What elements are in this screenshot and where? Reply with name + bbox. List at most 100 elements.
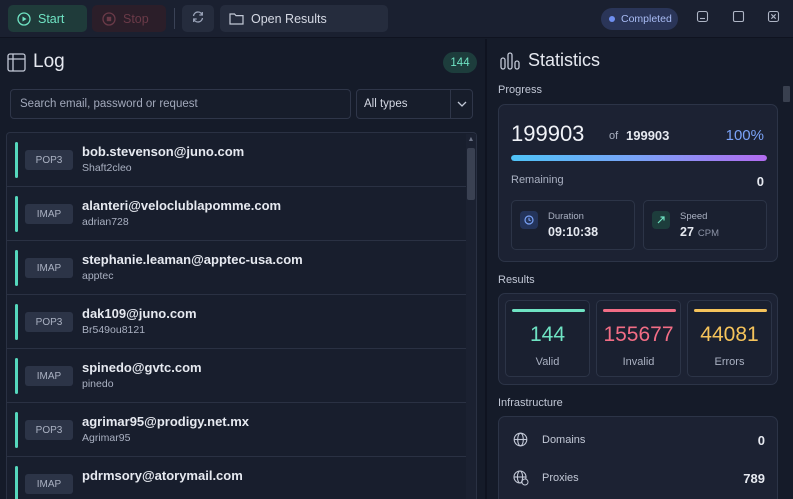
invalid-label: Invalid <box>622 356 655 368</box>
refresh-button[interactable] <box>182 5 214 32</box>
invalid-accent <box>603 309 676 312</box>
total-count: 199903 <box>626 128 670 143</box>
scroll-thumb[interactable] <box>467 148 475 200</box>
log-row[interactable]: IMAP stephanie.leaman@apptec-usa.com appte… <box>7 241 476 295</box>
log-scrollbar[interactable]: ▲ <box>466 134 476 499</box>
progress-percent: 100% <box>725 127 764 144</box>
valid-accent <box>512 309 585 312</box>
log-row[interactable]: IMAP alanteri@veloclublapomme.com adrian72… <box>7 187 476 241</box>
statistics-panel: Statistics Progress 199903 of 199903 100… <box>487 39 793 499</box>
infrastructure-card: Domains 0 Proxies 789 <box>498 416 778 499</box>
log-email: dak109@juno.com <box>82 306 197 321</box>
maximize-icon <box>732 10 745 23</box>
log-search-input[interactable] <box>10 89 351 119</box>
protocol-badge: IMAP <box>25 204 73 224</box>
bar-chart-icon <box>500 51 520 70</box>
toolbar-divider <box>174 8 175 29</box>
duration-tile: Duration 09:10:38 <box>511 200 635 250</box>
speed-tile: Speed 27 CPM <box>643 200 767 250</box>
minimize-button[interactable] <box>696 10 710 24</box>
log-password: apptec <box>82 270 114 282</box>
progress-bar <box>511 155 767 161</box>
log-row[interactable]: POP3 bob.stevenson@juno.com Shaft2cleo <box>7 133 476 187</box>
valid-label: Valid <box>535 356 560 368</box>
start-button[interactable]: Start <box>8 5 87 32</box>
status-indicator <box>15 412 18 448</box>
log-password: Br549ou8121 <box>82 324 146 336</box>
status-indicator <box>15 304 18 340</box>
protocol-badge: POP3 <box>25 420 73 440</box>
trend-up-icon <box>652 211 670 229</box>
type-filter-select[interactable]: All types <box>356 89 473 119</box>
proxy-globe-icon <box>513 470 529 486</box>
maximize-button[interactable] <box>732 10 746 24</box>
domains-value: 0 <box>757 433 765 448</box>
log-password: Agrimar95 <box>82 432 131 444</box>
statistics-title: Statistics <box>528 50 601 70</box>
proxies-value: 789 <box>743 471 765 486</box>
speed-value: 27 <box>680 225 694 239</box>
open-results-button[interactable]: Open Results <box>220 5 388 32</box>
open-results-label: Open Results <box>251 11 327 26</box>
duration-label: Duration <box>548 211 584 222</box>
log-row[interactable]: IMAP pdrmsory@atorymail.com <box>7 457 476 499</box>
status-label: Completed <box>621 13 672 25</box>
infrastructure-section-label: Infrastructure <box>498 397 563 409</box>
status-dot <box>609 16 615 22</box>
speed-readout: 27 CPM <box>680 225 719 239</box>
start-label: Start <box>38 11 65 26</box>
remaining-label: Remaining <box>511 174 564 186</box>
toolbar: Start Stop Open Results Completed <box>0 0 793 38</box>
status-indicator <box>15 466 18 499</box>
log-panel-icon <box>7 52 26 72</box>
globe-icon <box>513 432 528 447</box>
invalid-tile: 155677 Invalid <box>596 300 681 377</box>
log-count-badge: 144 <box>443 52 477 73</box>
domains-label: Domains <box>542 434 586 446</box>
log-email: spinedo@gvtc.com <box>82 360 202 375</box>
log-row[interactable]: POP3 agrimar95@prodigy.net.mx Agrimar95 <box>7 403 476 457</box>
stop-label: Stop <box>123 11 149 26</box>
log-title: Log <box>33 51 65 72</box>
log-password: Shaft2cleo <box>82 162 132 174</box>
stop-circle-icon <box>102 11 116 26</box>
log-row[interactable]: POP3 dak109@juno.com Br549ou8121 <box>7 295 476 349</box>
statistics-heading: Statistics <box>500 50 600 71</box>
close-icon <box>767 10 780 23</box>
status-indicator <box>15 358 18 394</box>
protocol-badge: POP3 <box>25 150 73 170</box>
log-row[interactable]: IMAP spinedo@gvtc.com pinedo <box>7 349 476 403</box>
errors-accent <box>694 309 767 312</box>
scroll-up-icon[interactable]: ▲ <box>467 136 475 146</box>
log-heading: Log <box>7 51 65 73</box>
remaining-value: 0 <box>756 174 764 189</box>
progress-section-label: Progress <box>498 84 543 96</box>
status-badge: Completed <box>601 8 678 30</box>
status-indicator <box>15 250 18 286</box>
log-password: adrian728 <box>82 216 129 228</box>
progress-card: 199903 of 199903 100% Remaining 0 Durati… <box>498 104 778 262</box>
refresh-icon <box>191 10 205 27</box>
stop-button[interactable]: Stop <box>92 5 166 32</box>
statistics-scroll-thumb[interactable] <box>783 86 790 102</box>
proxies-row: Proxies 789 <box>499 463 777 493</box>
close-button[interactable] <box>767 10 781 24</box>
protocol-badge: IMAP <box>25 366 73 386</box>
log-email: bob.stevenson@juno.com <box>82 144 245 159</box>
minimize-icon <box>696 10 709 23</box>
log-email: stephanie.leaman@apptec-usa.com <box>82 252 303 267</box>
errors-tile: 44081 Errors <box>687 300 772 377</box>
log-email: agrimar95@prodigy.net.mx <box>82 414 250 429</box>
protocol-badge: IMAP <box>25 474 73 494</box>
log-email: alanteri@veloclublapomme.com <box>82 198 282 213</box>
valid-count: 144 <box>529 323 566 346</box>
proxies-label: Proxies <box>542 472 579 484</box>
folder-icon <box>229 12 244 25</box>
log-email: pdrmsory@atorymail.com <box>82 468 243 483</box>
valid-tile: 144 Valid <box>505 300 590 377</box>
log-list: POP3 bob.stevenson@juno.com Shaft2cleo IMAP… <box>6 132 477 499</box>
statistics-scrollbar[interactable] <box>783 86 790 499</box>
errors-count: 44081 <box>700 323 759 346</box>
log-panel: Log 144 All types POP3 bob.stevenson@juno… <box>0 39 485 499</box>
clock-icon <box>520 211 538 229</box>
